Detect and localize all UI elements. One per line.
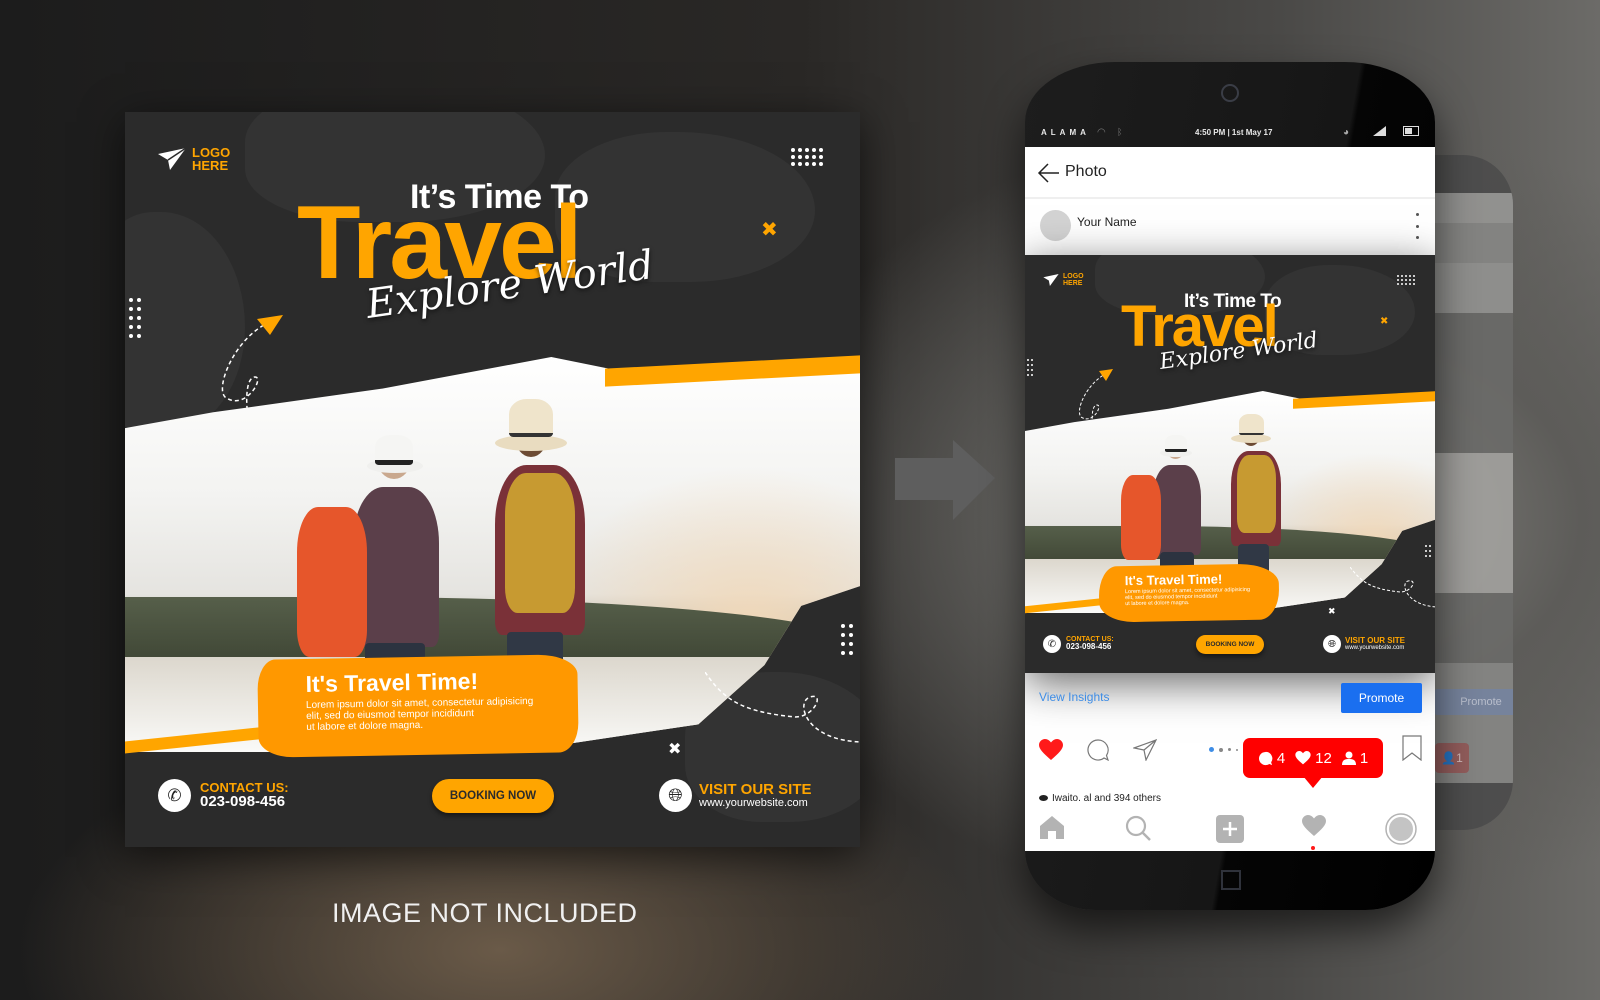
- globe-icon: 🌐︎: [659, 779, 692, 812]
- post-user-row: Your Name: [1025, 201, 1435, 255]
- clock-icon: ◕: [1343, 126, 1350, 138]
- image-not-included-caption: IMAGE NOT INCLUDED: [332, 898, 638, 928]
- wifi-icon: ◠: [1097, 126, 1106, 138]
- arrow-right-icon: [895, 440, 995, 520]
- notif-likes-count: 12: [1315, 749, 1332, 767]
- top-bar: Photo: [1025, 147, 1435, 199]
- likes-summary[interactable]: Iwaito. al and 394 others: [1039, 793, 1161, 804]
- phone-icon: ✆: [1043, 635, 1061, 653]
- logo-text: LOGO: [1063, 273, 1084, 280]
- view-insights-link[interactable]: View Insights: [1039, 690, 1109, 704]
- booking-now-button[interactable]: BOOKING NOW: [1196, 635, 1264, 654]
- promo-brush: It's Travel Time! Lorem ipsum dolor sit …: [257, 654, 579, 758]
- cross-icon: ✖: [761, 219, 778, 241]
- dots-decoration: [1027, 359, 1033, 376]
- logo-text: HERE: [192, 158, 229, 173]
- pager-dot: [1236, 748, 1238, 751]
- contact-phone: 023-098-456: [200, 793, 286, 811]
- liker-avatar-icon: [1039, 795, 1048, 802]
- back-arrow-icon[interactable]: [1037, 161, 1061, 185]
- user-icon: [1341, 751, 1356, 765]
- cross-icon: ✖: [1328, 606, 1336, 616]
- activity-heart-icon[interactable]: [1302, 815, 1326, 837]
- globe-icon: 🌐︎: [1323, 635, 1341, 653]
- search-icon[interactable]: [1125, 815, 1151, 841]
- site-label: VISIT OUR SITE: [699, 780, 812, 798]
- contact-block: ✆ CONTACT US: 023-098-456: [158, 779, 289, 812]
- contact-phone: 023-098-456: [1066, 642, 1112, 652]
- notif-likes: 12: [1295, 750, 1332, 767]
- travel-flyer-large: LOGO HERE It’s Time To Travel Explore Wo…: [125, 112, 860, 847]
- likes-text: Iwaito. al and 394 others: [1052, 793, 1161, 804]
- signal-icon: [1373, 126, 1386, 136]
- flyer-logo: LOGO HERE: [158, 146, 230, 172]
- pager-dot-active: [1209, 747, 1214, 752]
- logo-text: HERE: [1063, 280, 1083, 287]
- home-button[interactable]: [1221, 870, 1241, 890]
- notif-comments-count: 4: [1276, 749, 1286, 767]
- status-bar: ALAMA ◠ ᛒ 4:50 PM | 1st May 17 ◕: [1025, 118, 1435, 146]
- heart-filled-icon[interactable]: [1039, 739, 1063, 761]
- phone-mockup: ALAMA ◠ ᛒ 4:50 PM | 1st May 17 ◕ Photo Y…: [1025, 62, 1435, 910]
- more-options-icon[interactable]: [1413, 213, 1421, 239]
- bookmark-icon[interactable]: [1402, 735, 1422, 761]
- site-block: 🌐︎ VISIT OUR SITE www.yourwebsite.com: [1323, 635, 1405, 653]
- dots-decoration: [791, 148, 823, 166]
- site-url: www.yourwebsite.com: [1345, 644, 1405, 651]
- contact-block: ✆ CONTACT US: 023-098-456: [1043, 635, 1114, 653]
- dots-decoration: [1425, 545, 1431, 557]
- ghost-badge: 👤1: [1435, 743, 1469, 773]
- dots-decoration: [841, 624, 853, 655]
- site-url: www.yourwebsite.com: [699, 796, 808, 809]
- dashed-path-icon: [1350, 567, 1435, 608]
- dots-decoration: [129, 298, 141, 338]
- page-title: Photo: [1065, 163, 1107, 180]
- paper-plane-icon: [1043, 274, 1059, 286]
- carousel-pager: [1209, 747, 1238, 752]
- add-post-icon[interactable]: [1216, 815, 1244, 843]
- notif-followers: 1: [1341, 749, 1369, 767]
- booking-now-button[interactable]: BOOKING NOW: [432, 779, 554, 813]
- dashed-path-icon: [705, 672, 860, 743]
- promo-title: It's Travel Time!: [305, 667, 479, 697]
- phone-screen: Photo Your Name LOGO HERE It’s Time To T…: [1025, 147, 1435, 851]
- bluetooth-icon: ᛒ: [1117, 127, 1123, 137]
- paper-plane-icon: [158, 148, 186, 170]
- promote-button[interactable]: Promote: [1341, 683, 1422, 713]
- carrier-label: ALAMA: [1041, 127, 1090, 137]
- notif-comments: 4: [1258, 750, 1285, 767]
- activity-indicator-dot: [1311, 846, 1315, 850]
- pager-dot: [1219, 747, 1223, 752]
- camera-icon: [1221, 84, 1239, 102]
- promo-brush: It's Travel Time! Lorem ipsum dolor sit …: [1098, 563, 1280, 623]
- cross-icon: ✖: [1380, 316, 1389, 327]
- home-icon[interactable]: [1039, 815, 1065, 839]
- pager-dot: [1228, 748, 1231, 751]
- bottom-navigation: [1025, 807, 1435, 851]
- dots-decoration: [1397, 275, 1415, 285]
- comment-icon[interactable]: [1087, 739, 1109, 761]
- site-block: 🌐︎ VISIT OUR SITE www.yourwebsite.com: [659, 779, 812, 812]
- user-name[interactable]: Your Name: [1077, 215, 1137, 229]
- promo-title: It's Travel Time!: [1124, 571, 1223, 589]
- site-label: VISIT OUR SITE: [1345, 635, 1406, 645]
- insights-row: View Insights Promote: [1025, 673, 1435, 721]
- heart-icon: [1295, 751, 1311, 765]
- status-time: 4:50 PM | 1st May 17: [1195, 127, 1273, 137]
- notif-followers-count: 1: [1359, 749, 1369, 767]
- flyer-logo: LOGO HERE: [1043, 273, 1084, 287]
- comment-bubble-icon: [1258, 751, 1273, 765]
- activity-notification-badge[interactable]: 4 12 1: [1243, 738, 1383, 788]
- phone-icon: ✆: [158, 779, 191, 812]
- travel-flyer-small: LOGO HERE It’s Time To Travel Explore Wo…: [1025, 255, 1435, 673]
- ghost-promote: Promote: [1435, 689, 1513, 715]
- avatar[interactable]: [1040, 210, 1071, 241]
- share-icon[interactable]: [1133, 739, 1157, 761]
- profile-icon[interactable]: [1385, 813, 1417, 845]
- cross-icon: ✖: [668, 741, 682, 758]
- battery-icon: [1403, 126, 1419, 136]
